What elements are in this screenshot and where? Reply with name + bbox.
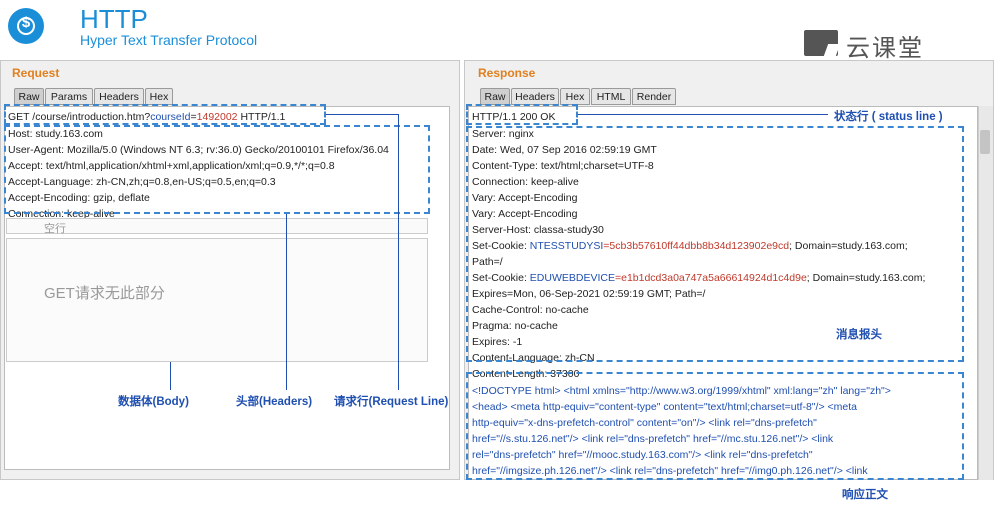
headers-annotation: 头部(Headers)	[236, 396, 313, 408]
request-headers-highlight	[4, 125, 430, 214]
tab-raw[interactable]: Raw	[480, 88, 510, 105]
tab-headers[interactable]: Headers	[94, 88, 144, 105]
headers-connector	[286, 214, 287, 390]
empty-line-label: 空行	[44, 223, 66, 235]
tab-render[interactable]: Render	[632, 88, 676, 105]
status-line-highlight	[466, 104, 578, 125]
empty-line-box	[6, 218, 428, 234]
response-body-highlight	[466, 372, 964, 480]
request-label: Request	[12, 66, 60, 80]
page-subtitle: Hyper Text Transfer Protocol	[80, 32, 258, 48]
response-label: Response	[478, 66, 536, 80]
request-line-annotation: 请求行(Request Line)	[334, 396, 449, 408]
response-body-annotation: 响应正文	[842, 489, 888, 501]
tab-hex[interactable]: Hex	[145, 88, 173, 105]
request-line-connector	[398, 114, 399, 390]
request-line-connector	[326, 114, 398, 115]
request-line-highlight	[4, 104, 326, 125]
status-line-connector	[578, 114, 828, 115]
message-headers-annotation: 消息报头	[836, 329, 882, 341]
tab-raw[interactable]: Raw	[14, 88, 44, 105]
response-headers-highlight	[466, 126, 964, 362]
tab-params[interactable]: Params	[45, 88, 93, 105]
request-body-note: GET请求无此部分	[44, 285, 165, 302]
body-annotation: 数据体(Body)	[118, 396, 189, 408]
body-connector	[170, 362, 171, 390]
scrollbar-thumb[interactable]	[980, 130, 990, 154]
page-title: HTTP	[80, 4, 148, 34]
tab-html[interactable]: HTML	[591, 88, 631, 105]
vertical-scrollbar[interactable]	[978, 106, 993, 480]
tab-hex[interactable]: Hex	[560, 88, 590, 105]
dollar-icon: $	[21, 14, 31, 31]
tab-headers[interactable]: Headers	[511, 88, 559, 105]
status-line-annotation: 状态行 ( status line )	[834, 111, 943, 123]
brand-name: 云课堂	[846, 35, 924, 62]
